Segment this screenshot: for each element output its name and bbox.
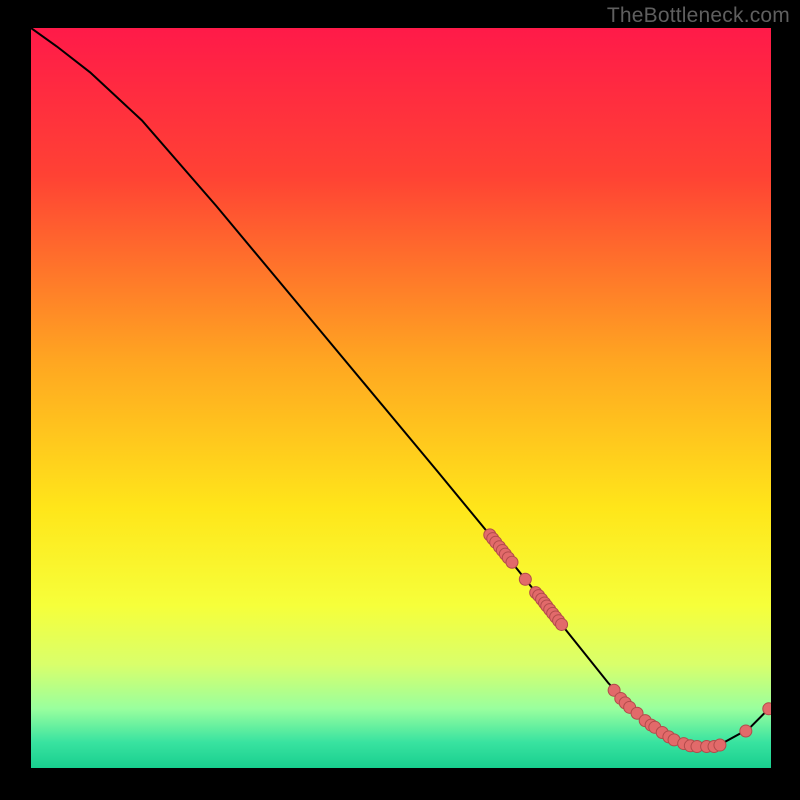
curve-markers <box>484 529 771 753</box>
watermark-text: TheBottleneck.com <box>607 4 790 28</box>
curve-marker <box>556 618 568 630</box>
curve-marker <box>519 573 531 585</box>
plot-area <box>31 28 771 768</box>
curve-marker <box>763 703 771 715</box>
plot-overlay <box>31 28 771 768</box>
curve-marker <box>506 556 518 568</box>
curve-marker <box>714 739 726 751</box>
chart-container: TheBottleneck.com <box>0 0 800 800</box>
curve-marker <box>740 725 752 737</box>
bottleneck-curve <box>31 28 771 747</box>
